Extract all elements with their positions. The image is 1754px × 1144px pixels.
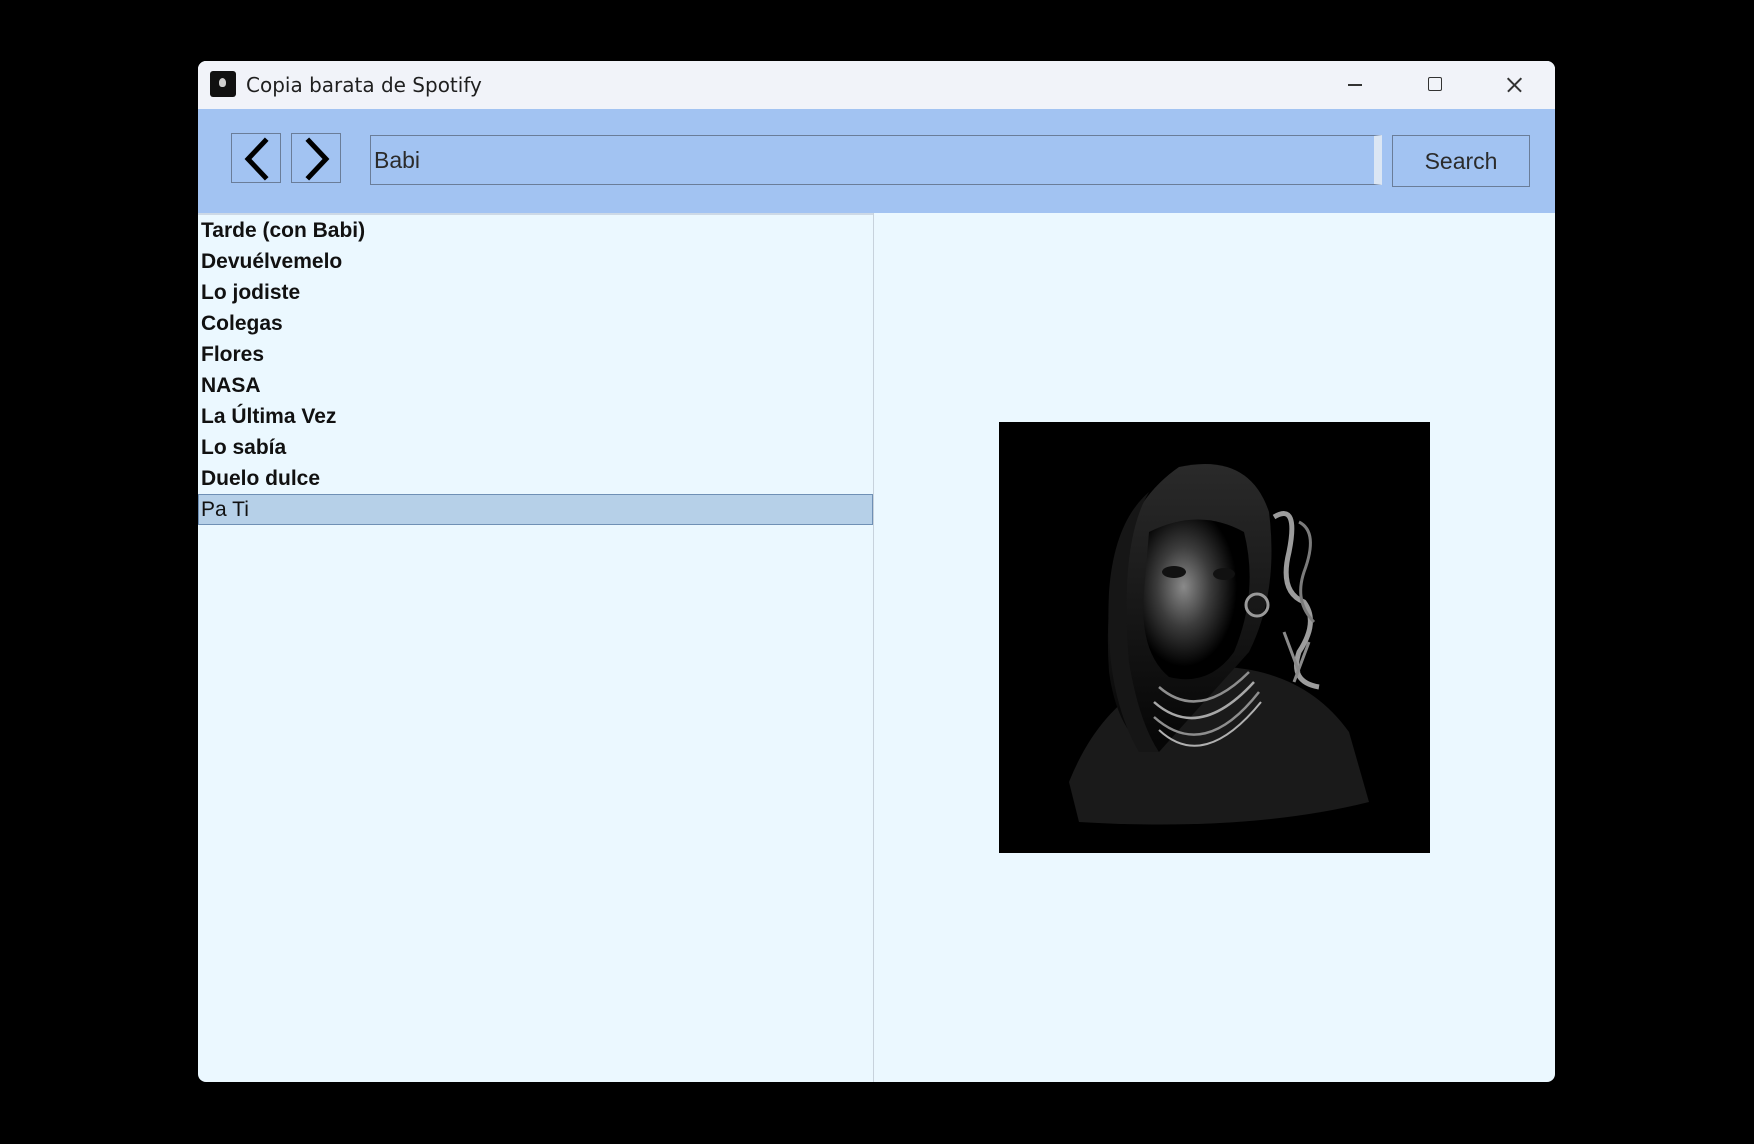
list-item[interactable]: Colegas — [198, 308, 873, 339]
forward-button[interactable] — [291, 133, 341, 183]
list-item[interactable]: NASA — [198, 370, 873, 401]
app-window: Copia barata de Spotify Search Tarde (co… — [198, 61, 1555, 1082]
back-button[interactable] — [231, 133, 281, 183]
maximize-button[interactable] — [1395, 61, 1473, 109]
search-toolbar: Search — [198, 109, 1555, 213]
chevron-left-icon — [244, 137, 269, 181]
search-input[interactable] — [370, 135, 1382, 185]
list-item[interactable]: La Última Vez — [198, 401, 873, 432]
minimize-button[interactable] — [1315, 61, 1393, 109]
chevron-right-icon — [305, 137, 330, 181]
album-cover-image — [999, 422, 1430, 853]
list-item[interactable]: Duelo dulce — [198, 463, 873, 494]
close-button[interactable] — [1475, 61, 1553, 109]
list-item[interactable]: Flores — [198, 339, 873, 370]
list-item[interactable]: Lo sabía — [198, 432, 873, 463]
list-item[interactable]: Pa Ti — [198, 494, 873, 525]
title-bar[interactable]: Copia barata de Spotify — [198, 61, 1555, 109]
app-icon — [210, 71, 236, 97]
results-list[interactable]: Tarde (con Babi) Devuélvemelo Lo jodiste Co… — [198, 213, 874, 1082]
window-title: Copia barata de Spotify — [246, 73, 482, 97]
list-item[interactable]: Tarde (con Babi) — [198, 215, 873, 246]
artist-portrait-image — [999, 422, 1430, 853]
detail-pane — [875, 213, 1555, 1082]
list-item[interactable]: Lo jodiste — [198, 277, 873, 308]
list-item[interactable]: Devuélvemelo — [198, 246, 873, 277]
search-button[interactable]: Search — [1392, 135, 1530, 187]
